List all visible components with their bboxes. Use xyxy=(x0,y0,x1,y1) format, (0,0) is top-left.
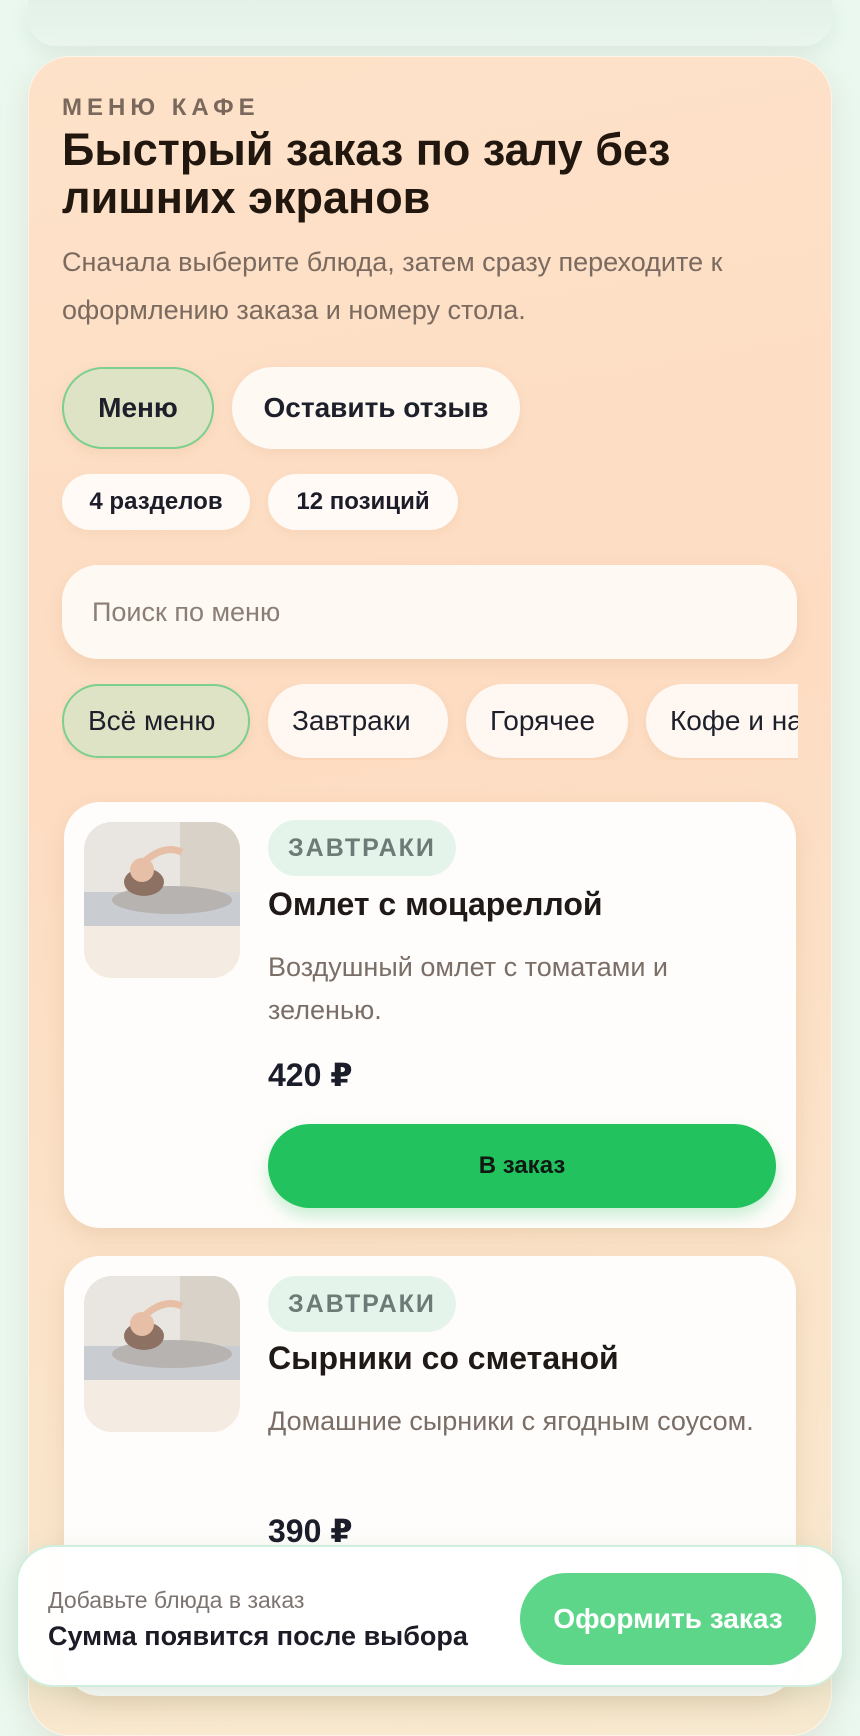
category-all[interactable]: Всё меню xyxy=(62,684,250,758)
dish-description: Воздушный омлет с томатами и зеленью. xyxy=(268,952,669,1025)
dish-name: Сырники со сметаной xyxy=(268,1340,619,1376)
top-strip xyxy=(28,0,832,46)
category-filter-row[interactable]: Всё меню Завтраки Горячее Кофе и на xyxy=(62,684,798,760)
eyebrow-label: МЕНЮ КАФЕ xyxy=(62,94,260,121)
dish-name: Омлет с моцареллой xyxy=(268,886,603,922)
checkout-button[interactable]: Оформить заказ xyxy=(520,1573,816,1665)
dish-card: ЗАВТРАКИ Омлет с моцареллой Воздушный ом… xyxy=(64,802,796,1228)
category-hot[interactable]: Горячее xyxy=(466,684,628,758)
sections-count-badge: 4 разделов xyxy=(62,474,250,530)
page-title: Быстрый заказ по залу без лишних экранов xyxy=(62,124,671,223)
order-hint: Добавьте блюда в заказ xyxy=(48,1587,305,1613)
order-sum-text: Сумма появится после выбора xyxy=(48,1621,468,1651)
dish-category-tag: ЗАВТРАКИ xyxy=(268,1276,456,1332)
category-breakfast[interactable]: Завтраки xyxy=(268,684,448,758)
page-subtitle: Сначала выберите блюда, затем сразу пере… xyxy=(62,247,723,325)
search-input[interactable] xyxy=(92,596,797,628)
items-count-badge: 12 позиций xyxy=(268,474,458,530)
dish-price: 420 ₽ xyxy=(268,1057,353,1093)
search-field[interactable] xyxy=(62,565,797,659)
dish-category-tag: ЗАВТРАКИ xyxy=(268,820,456,876)
dish-photo xyxy=(84,822,240,978)
dish-description: Домашние сырники с ягодным соусом. xyxy=(268,1406,754,1436)
tab-feedback[interactable]: Оставить отзыв xyxy=(232,367,520,449)
add-to-order-button[interactable]: В заказ xyxy=(268,1124,776,1208)
category-coffee[interactable]: Кофе и на xyxy=(646,684,798,758)
tab-menu[interactable]: Меню xyxy=(62,367,214,449)
order-summary-bar: Добавьте блюда в заказ Сумма появится по… xyxy=(16,1545,844,1687)
dish-photo xyxy=(84,1276,240,1432)
